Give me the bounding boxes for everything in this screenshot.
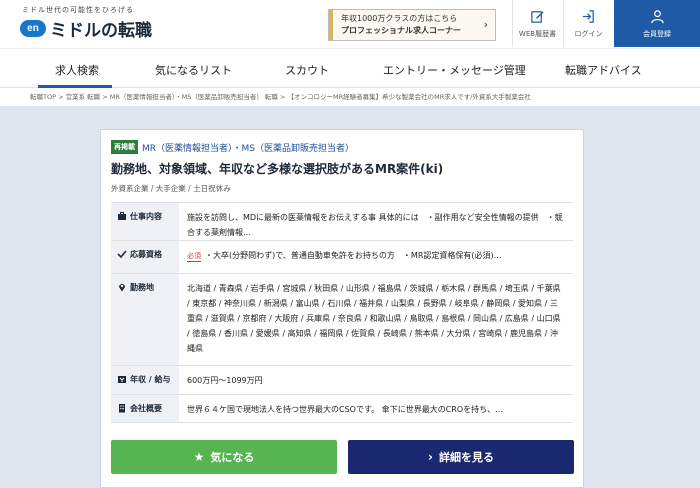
nav-favorites[interactable]: 気になるリスト [155,62,232,78]
favorite-button[interactable]: ★ 気になる [111,440,337,474]
label-text: 応募資格 [130,250,162,259]
chevron-right-icon: › [428,450,433,464]
badge-row: 再掲載 MR（医薬情報担当者）・MS（医薬品卸販売担当者） [111,140,573,154]
signup-button[interactable]: 会員登録 [614,0,700,47]
view-details-label: 詳細を見る [438,451,494,464]
label-text: 仕事内容 [130,212,162,221]
login-label: ログイン [574,29,603,38]
web-resume-button[interactable]: WEB履歴書 [512,0,562,47]
detail-row-job-description: 仕事内容 施設を訪問し、MDに最新の医薬情報をお伝えする事 具体的には ・副作用… [111,202,573,240]
job-title[interactable]: 勤務地、対象領域、年収など多様な選択肢があるMR案件(ki) [111,160,573,177]
yen-icon [118,376,126,383]
detail-value: 必須 ・大卒(分野問わず)で、普通自動車免許をお持ちの方 ・MR認定資格保有(必須… [179,241,573,273]
company-tags: 外資系企業 / 大手企業 / 土日祝休み [111,184,231,193]
signup-label: 会員登録 [643,29,671,38]
job-card-header: 再掲載 MR（医薬情報担当者）・MS（医薬品卸販売担当者） 勤務地、対象領域、年… [101,130,583,194]
detail-row-location: 勤務地 北海道 / 青森県 / 岩手県 / 宮城県 / 秋田県 / 山形県 / … [111,273,573,365]
detail-label: 応募資格 [111,241,179,273]
detail-label: 勤務地 [111,274,179,365]
label-text: 年収 / 給与 [130,375,171,384]
view-details-button[interactable]: › 詳細を見る [348,440,574,474]
detail-label: 年収 / 給与 [111,366,179,394]
label-text: 勤務地 [130,283,154,292]
repost-badge: 再掲載 [111,140,138,154]
web-resume-label: WEB履歴書 [518,29,557,38]
requirements-text: ・大卒(分野問わず)で、普通自動車免許をお持ちの方 ・MR認定資格保有(必須)… [205,251,502,260]
detail-value: 600万円〜1099万円 [187,376,263,385]
site-header: ミドル世代の可能性をひろげる en ミドルの転職 年収1000万クラスの方はこち… [0,0,700,48]
user-icon [650,9,664,23]
promo-line-1: 年収1000万クラスの方はこちら [341,14,458,23]
nav-job-search[interactable]: 求人検索 [55,62,99,78]
detail-row-salary: 年収 / 給与 600万円〜1099万円 [111,365,573,394]
promo-accent-bar [329,10,333,40]
nav-career-advice[interactable]: 転職アドバイス [565,62,642,78]
logo-badge: en [20,20,46,37]
professional-banner[interactable]: 年収1000万クラスの方はこちら プロフェッショナル求人コーナー › [328,9,496,41]
detail-value: 世界６４ケ国で現地法人を持つ世界最大のCSOです。 傘下に世界最大のCROを持ち… [187,405,504,414]
pin-icon [119,284,125,292]
chevron-right-icon: › [483,18,488,31]
favorite-label: 気になる [210,451,255,464]
nav-scout[interactable]: スカウト [285,62,329,78]
breadcrumb[interactable]: 転職TOP > 営業系 転職 > MR（医薬情報担当者）・MS（医薬品卸販売担当… [0,88,700,106]
global-nav: 求人検索 気になるリスト スカウト エントリー・メッセージ管理 転職アドバイス [0,48,700,88]
login-icon [582,9,594,23]
detail-row-requirements: 応募資格 必須 ・大卒(分野問わず)で、普通自動車免許をお持ちの方 ・MR認定資格… [111,240,573,273]
building-icon [119,404,125,413]
briefcase-icon [118,212,126,220]
star-icon: ★ [193,450,205,464]
job-details-table: 仕事内容 施設を訪問し、MDに最新の医薬情報をお伝えする事 具体的には ・副作用… [111,202,573,423]
login-button[interactable]: ログイン [563,0,613,47]
detail-label: 仕事内容 [111,203,179,240]
job-category: MR（医薬情報担当者）・MS（医薬品卸販売担当者） [142,143,354,154]
site-logo[interactable]: en ミドルの転職 [20,16,152,41]
detail-row-company-overview: 会社概要 世界６４ケ国で現地法人を持つ世界最大のCSOです。 傘下に世界最大のC… [111,394,573,423]
edit-icon [531,10,544,23]
promo-line-2: プロフェッショナル求人コーナー [341,26,461,35]
site-tagline: ミドル世代の可能性をひろげる [22,6,134,14]
check-icon [117,250,127,259]
detail-label: 会社概要 [111,395,179,422]
nav-entry-messages[interactable]: エントリー・メッセージ管理 [383,62,526,78]
logo-text: ミドルの転職 [50,21,152,41]
required-tag: 必須 [187,252,201,262]
job-card: 再掲載 MR（医薬情報担当者）・MS（医薬品卸販売担当者） 勤務地、対象領域、年… [100,129,584,488]
promo-text: 年収1000万クラスの方はこちら プロフェッショナル求人コーナー [341,13,461,37]
detail-value: 施設を訪問し、MDに最新の医薬情報をお伝えする事 具体的には ・副作用など安全性… [187,213,563,237]
detail-value: 北海道 / 青森県 / 岩手県 / 宮城県 / 秋田県 / 山形県 / 福島県 … [187,284,561,353]
label-text: 会社概要 [130,404,162,413]
